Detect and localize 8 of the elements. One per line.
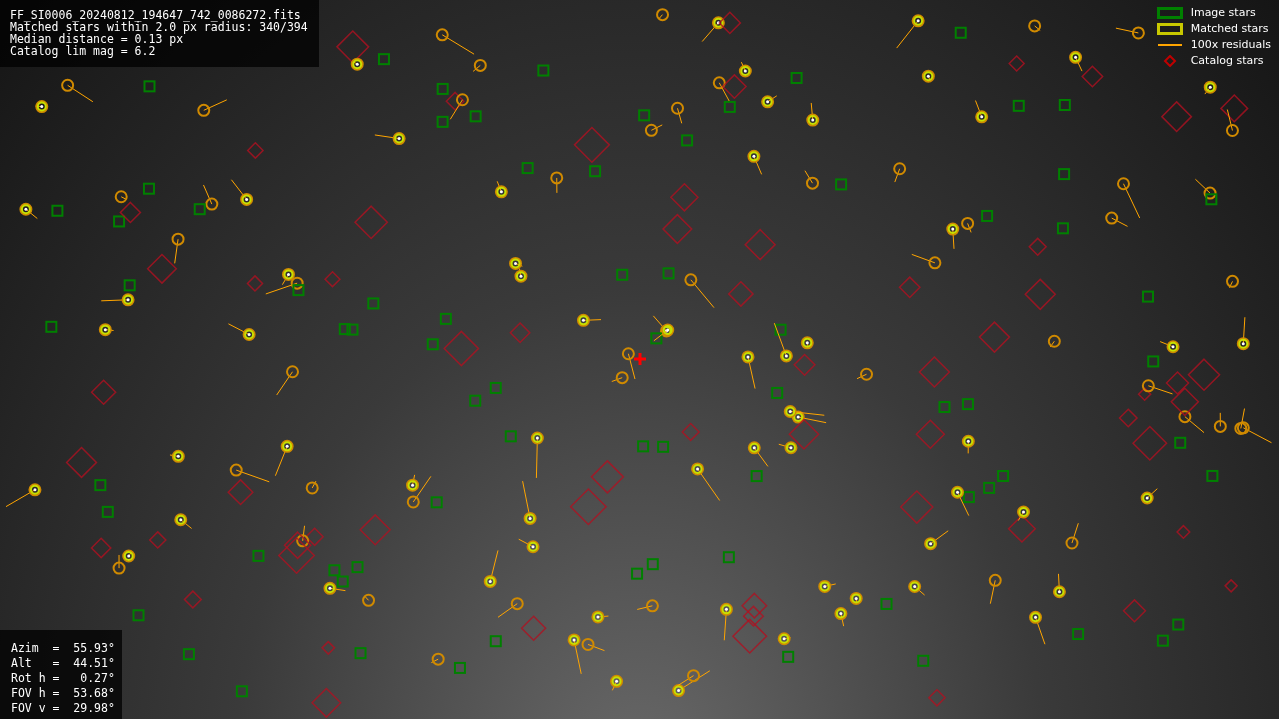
legend-label: Image stars: [1190, 4, 1256, 21]
legend-label: Catalog stars: [1190, 52, 1264, 69]
info-text: Matched stars within 2.0 px radius: 340/394: [10, 21, 309, 33]
info-text: Median distance = 0.13 px: [10, 33, 184, 45]
legend-label: 100x residuals: [1190, 36, 1271, 53]
info-text: Catalog lim mag = 6.2: [10, 45, 157, 57]
info-text: FF_SI0006_20240812_194647_742_0086272.fits: [10, 9, 302, 21]
legend-label: Matched stars: [1190, 20, 1269, 37]
